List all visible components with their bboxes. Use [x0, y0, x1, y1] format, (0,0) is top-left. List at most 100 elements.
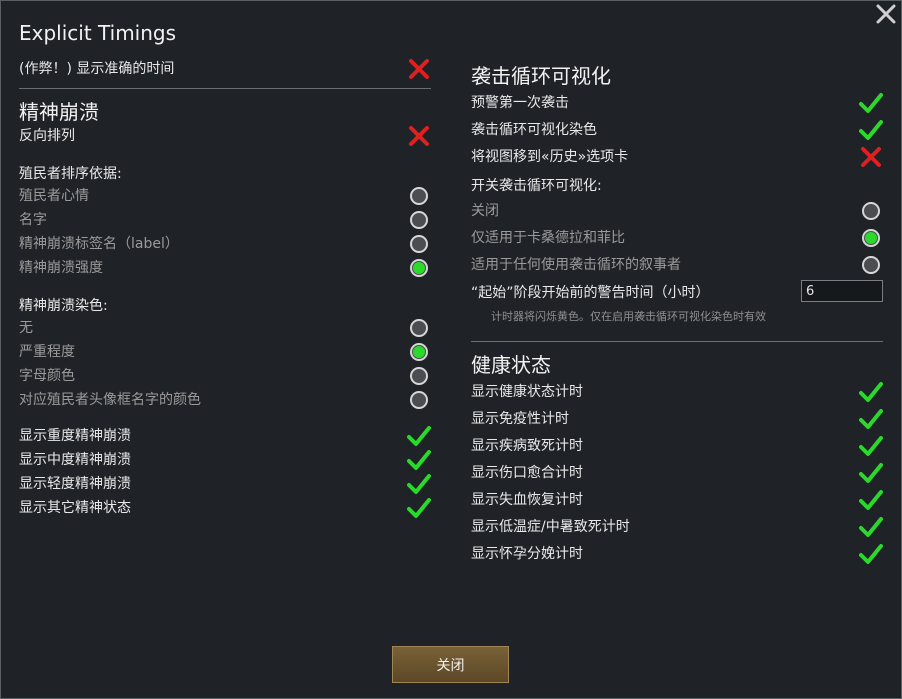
radio-unselected-icon: [410, 367, 428, 385]
show-mental-row-label: 显示中度精神崩溃: [19, 452, 131, 468]
cross-icon[interactable]: [859, 145, 883, 169]
show-mental-row-label: 显示其它精神状态: [19, 500, 131, 516]
color-option[interactable]: 严重程度: [19, 340, 431, 362]
radio-unselected-icon: [862, 202, 880, 220]
health-timer-row[interactable]: 显示健康状态计时: [471, 380, 883, 402]
raid-toggle-option[interactable]: 仅适用于卡桑德拉和菲比: [471, 226, 883, 248]
health-header: 健康状态: [471, 353, 551, 377]
health-timer-row[interactable]: 显示免疫性计时: [471, 407, 883, 429]
raid-option-row[interactable]: 将视图移到«历史»选项卡: [471, 145, 883, 167]
sort-option[interactable]: 精神崩溃强度: [19, 256, 431, 278]
radio-button[interactable]: [407, 316, 431, 340]
health-timer-row-label: 显示疾病致死计时: [471, 438, 583, 454]
checkmark-icon[interactable]: [407, 472, 431, 496]
health-timer-row[interactable]: 显示怀孕分娩计时: [471, 542, 883, 564]
radio-unselected-icon: [862, 256, 880, 274]
radio-unselected-icon: [410, 319, 428, 337]
health-timer-row[interactable]: 显示低温症/中暑致死计时: [471, 515, 883, 537]
checkmark-icon[interactable]: [859, 542, 883, 566]
raid-toggle-option[interactable]: 适用于任何使用袭击循环的叙事者: [471, 253, 883, 275]
checkmark-icon[interactable]: [859, 461, 883, 485]
raid-toggle-option-label: 适用于任何使用袭击循环的叙事者: [471, 257, 681, 273]
radio-button[interactable]: [859, 253, 883, 277]
radio-button[interactable]: [407, 388, 431, 412]
warning-time-input[interactable]: [801, 280, 883, 302]
sort-by-header: 殖民者排序依据:: [19, 166, 122, 182]
cross-icon[interactable]: [407, 57, 431, 81]
raid-cycle-header: 袭击循环可视化: [471, 64, 611, 88]
sort-option[interactable]: 名字: [19, 208, 431, 230]
reverse-order-label: 反向排列: [19, 128, 75, 144]
raid-toggle-option[interactable]: 关闭: [471, 199, 883, 221]
color-by-header: 精神崩溃染色:: [19, 298, 108, 314]
radio-button[interactable]: [407, 364, 431, 388]
color-option-label: 对应殖民者头像框名字的颜色: [19, 392, 201, 408]
radio-unselected-icon: [410, 211, 428, 229]
show-mental-row[interactable]: 显示其它精神状态: [19, 496, 431, 518]
checkmark-icon[interactable]: [859, 91, 883, 115]
radio-button[interactable]: [859, 199, 883, 223]
show-mental-row[interactable]: 显示重度精神崩溃: [19, 424, 431, 446]
sort-option-label: 精神崩溃强度: [19, 260, 103, 276]
health-timer-row-label: 显示免疫性计时: [471, 411, 569, 427]
health-timer-row-label: 显示怀孕分娩计时: [471, 546, 583, 562]
checkmark-icon[interactable]: [859, 380, 883, 404]
cheat-exact-time-row[interactable]: (作弊！) 显示准确的时间: [19, 57, 431, 79]
radio-button[interactable]: [407, 208, 431, 232]
dialog-title: Explicit Timings: [19, 21, 177, 45]
health-timer-row-label: 显示低温症/中暑致死计时: [471, 519, 630, 535]
checkmark-icon[interactable]: [859, 434, 883, 458]
radio-button[interactable]: [407, 232, 431, 256]
radio-selected-icon: [862, 229, 880, 247]
health-timer-row[interactable]: 显示疾病致死计时: [471, 434, 883, 456]
cheat-exact-time-label: (作弊！) 显示准确的时间: [19, 61, 175, 77]
checkmark-icon[interactable]: [859, 488, 883, 512]
sort-option[interactable]: 殖民者心情: [19, 184, 431, 206]
close-button[interactable]: 关闭: [391, 645, 510, 684]
show-mental-row[interactable]: 显示轻度精神崩溃: [19, 472, 431, 494]
toggle-raid-header: 开关袭击循环可视化:: [471, 178, 602, 194]
radio-unselected-icon: [410, 187, 428, 205]
checkmark-icon[interactable]: [859, 515, 883, 539]
raid-option-row-label: 将视图移到«历史»选项卡: [471, 149, 629, 165]
radio-button[interactable]: [407, 340, 431, 364]
cross-icon[interactable]: [407, 124, 431, 148]
health-timer-row[interactable]: 显示失血恢复计时: [471, 488, 883, 510]
show-mental-row-label: 显示重度精神崩溃: [19, 428, 131, 444]
radio-button[interactable]: [407, 256, 431, 280]
sort-option-label: 精神崩溃标签名（label）: [19, 236, 179, 252]
health-timer-row-label: 显示伤口愈合计时: [471, 465, 583, 481]
checkmark-icon[interactable]: [407, 496, 431, 520]
radio-selected-icon: [410, 343, 428, 361]
warning-time-row: “起始”阶段开始前的警告时间（小时）: [471, 280, 883, 303]
settings-dialog: Explicit Timings (作弊！) 显示准确的时间 精神崩溃 反向排列…: [0, 0, 902, 699]
color-option-label: 字母颜色: [19, 368, 75, 384]
color-option[interactable]: 对应殖民者头像框名字的颜色: [19, 388, 431, 410]
color-option[interactable]: 字母颜色: [19, 364, 431, 386]
radio-button[interactable]: [859, 226, 883, 250]
checkmark-icon[interactable]: [407, 448, 431, 472]
show-mental-row[interactable]: 显示中度精神崩溃: [19, 448, 431, 470]
checkmark-icon[interactable]: [859, 407, 883, 431]
checkmark-icon[interactable]: [859, 118, 883, 142]
mental-break-header: 精神崩溃: [19, 100, 99, 124]
show-mental-row-label: 显示轻度精神崩溃: [19, 476, 131, 492]
raid-option-row[interactable]: 预警第一次袭击: [471, 91, 883, 113]
close-window-icon[interactable]: [875, 3, 897, 25]
radio-button[interactable]: [407, 184, 431, 208]
health-timer-row-label: 显示健康状态计时: [471, 384, 583, 400]
raid-option-row-label: 袭击循环可视化染色: [471, 122, 597, 138]
checkmark-icon[interactable]: [407, 424, 431, 448]
raid-option-row-label: 预警第一次袭击: [471, 95, 569, 111]
warning-time-note: 计时器将闪烁黄色。仅在启用袭击循环可视化染色时有效: [491, 310, 766, 323]
radio-selected-icon: [410, 259, 428, 277]
health-timer-row[interactable]: 显示伤口愈合计时: [471, 461, 883, 483]
radio-unselected-icon: [410, 391, 428, 409]
color-option-label: 无: [19, 320, 33, 336]
divider: [471, 341, 883, 342]
sort-option[interactable]: 精神崩溃标签名（label）: [19, 232, 431, 254]
raid-option-row[interactable]: 袭击循环可视化染色: [471, 118, 883, 140]
reverse-order-row[interactable]: 反向排列: [19, 124, 431, 146]
sort-option-label: 名字: [19, 212, 47, 228]
color-option[interactable]: 无: [19, 316, 431, 338]
